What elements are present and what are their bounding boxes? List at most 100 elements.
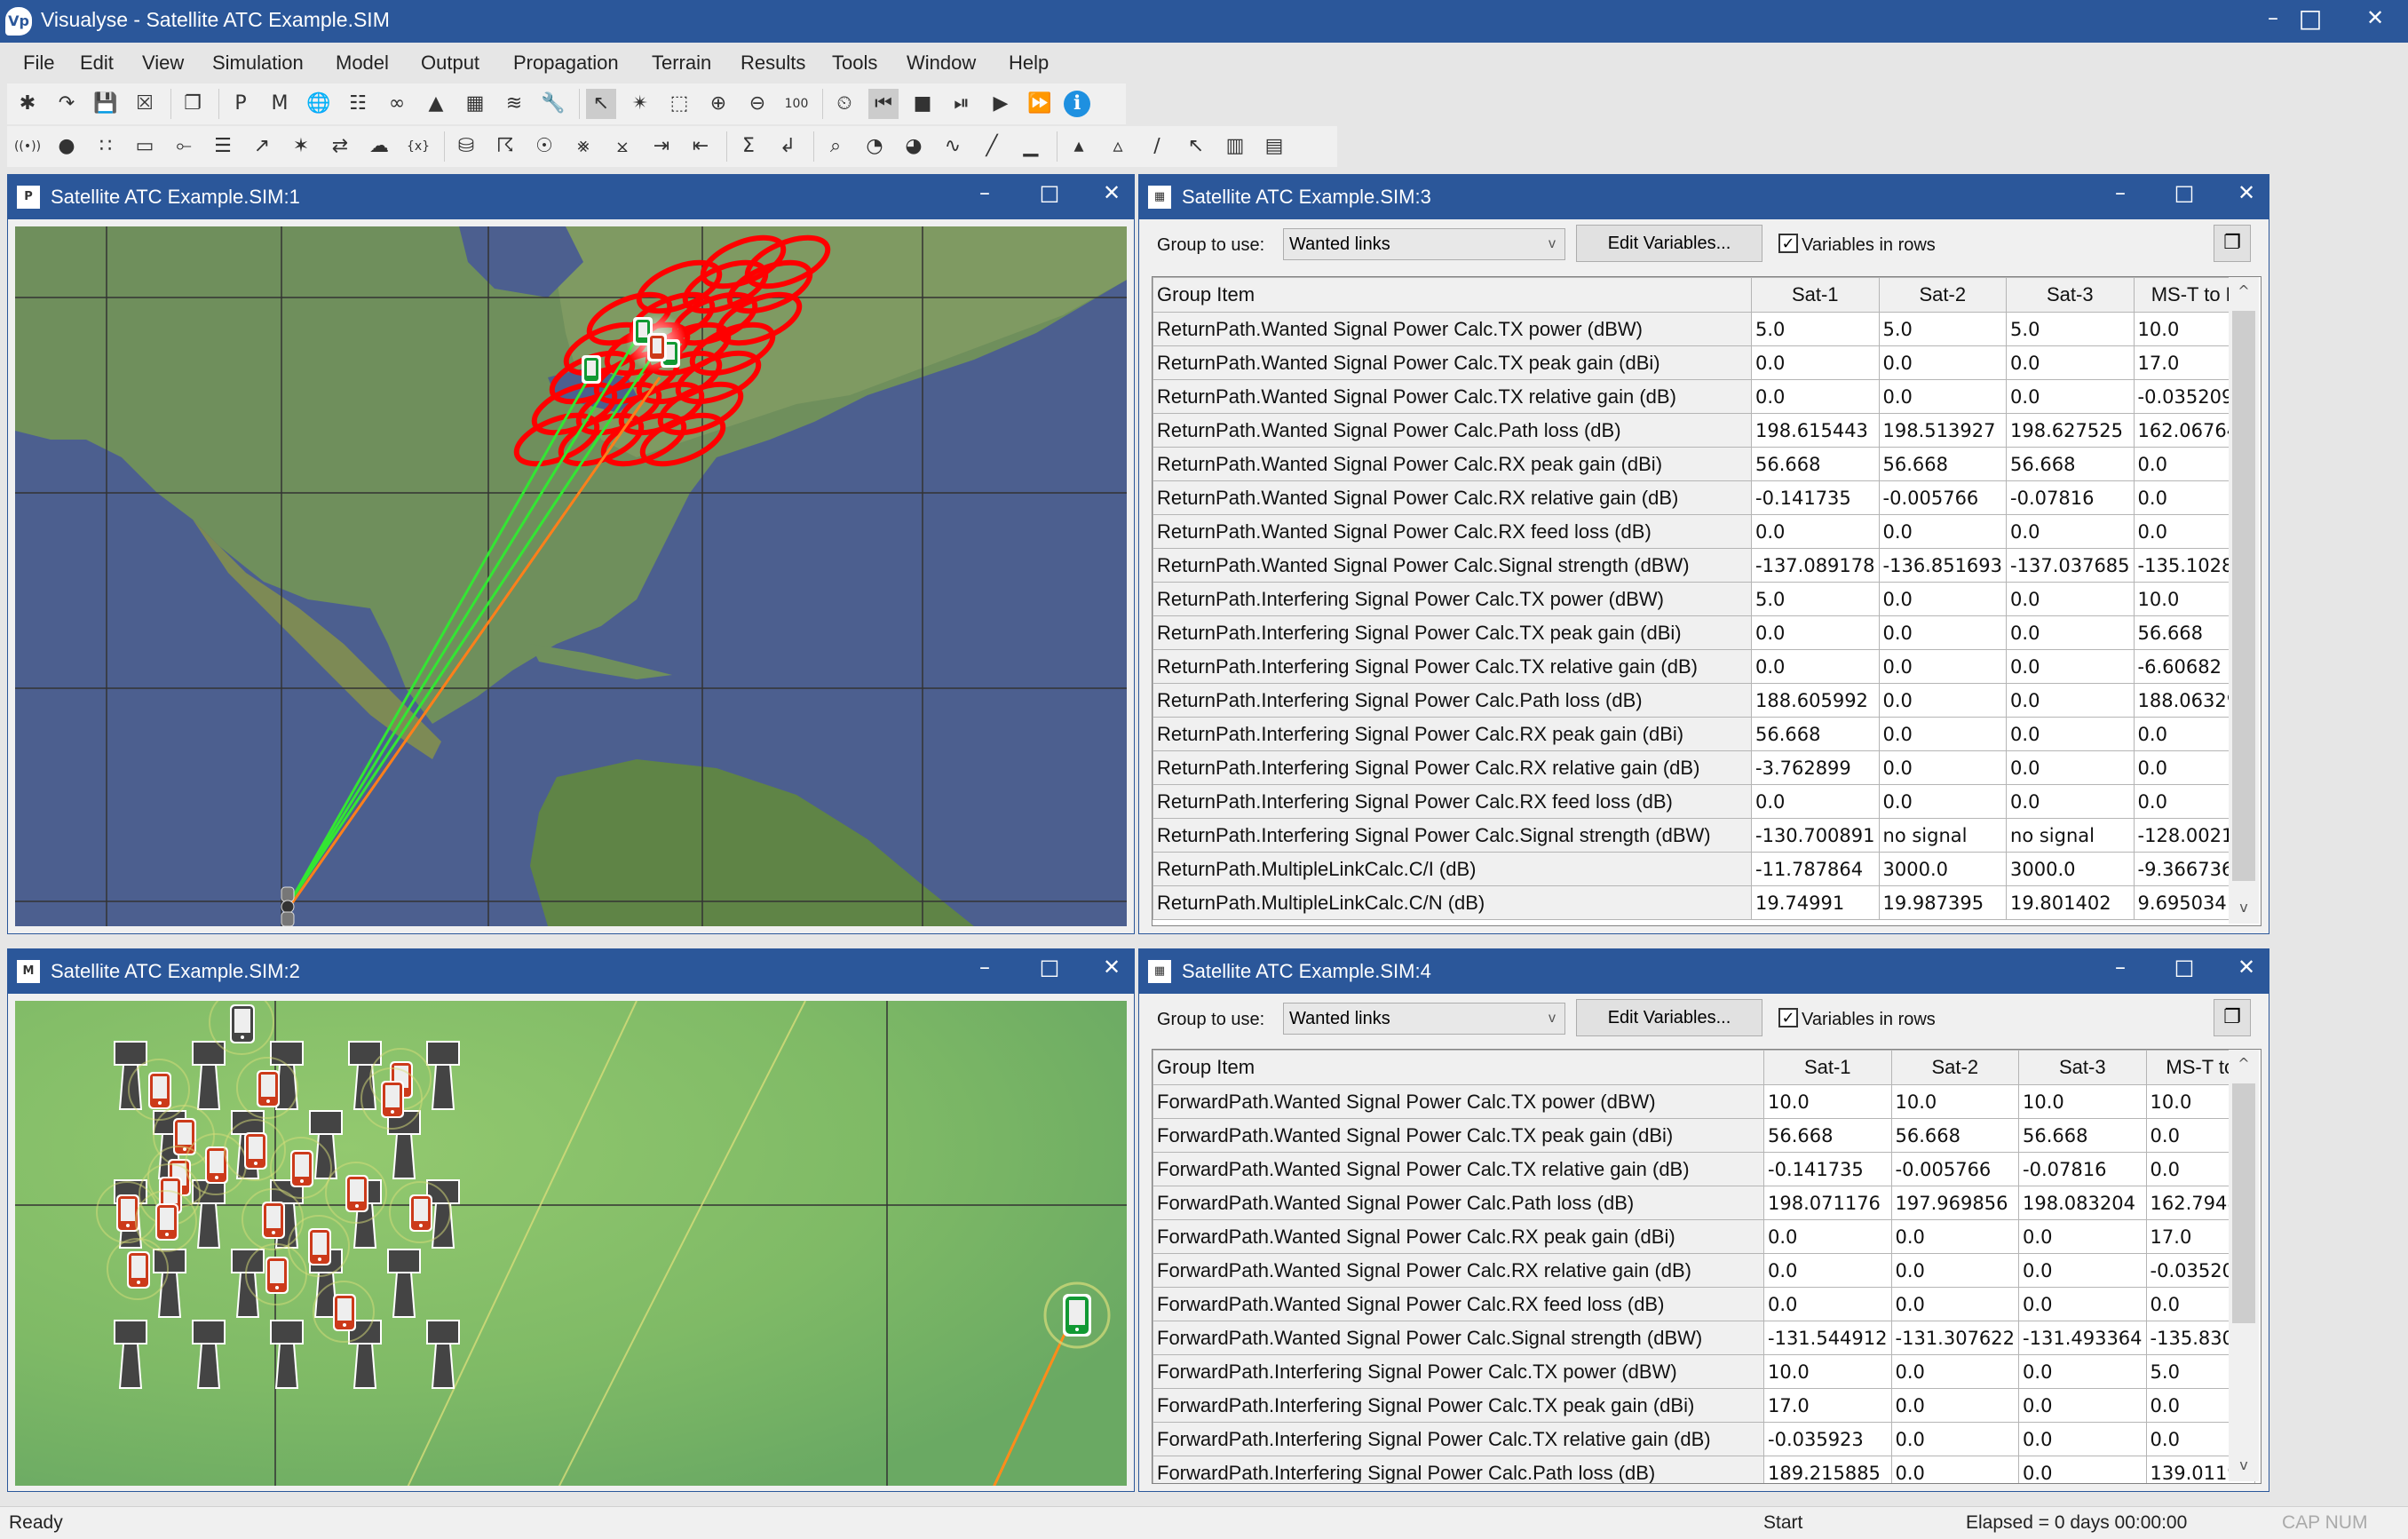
copy-icon[interactable]: ❐: [178, 89, 208, 119]
cell-value[interactable]: 0.0: [1878, 514, 2008, 549]
coverage-edit-icon[interactable]: ◔: [859, 131, 890, 162]
table-row[interactable]: ReturnPath.MultipleLinkCalc.C/N (dB) 19.7…: [1153, 885, 2257, 920]
zoom-in-icon[interactable]: ⊕: [703, 89, 733, 119]
app-maximize-button[interactable]: □: [2284, 4, 2337, 33]
new-file-icon[interactable]: ✱: [12, 89, 43, 119]
time-series-icon[interactable]: ∿: [938, 131, 968, 162]
cell-value[interactable]: 5.0: [1751, 312, 1880, 346]
window-close-button[interactable]: ✕: [2224, 180, 2269, 205]
column-header[interactable]: Sat-1: [1751, 277, 1880, 313]
column-header-group-item[interactable]: Group Item: [1153, 277, 1752, 313]
cell-value[interactable]: 0.0: [2018, 1219, 2147, 1254]
cell-value[interactable]: 0.0: [2018, 1354, 2147, 1389]
swap-icon[interactable]: ⇄: [325, 131, 355, 162]
row-label[interactable]: ForwardPath.Interfering Signal Power Cal…: [1153, 1422, 1764, 1456]
window-maximize-button[interactable]: □: [2162, 955, 2206, 980]
satellite-icon[interactable]: [281, 886, 295, 926]
interference-icon[interactable]: ↗: [247, 131, 277, 162]
cell-value[interactable]: 0.0: [1878, 345, 2008, 380]
cell-value[interactable]: 0.0: [2018, 1422, 2147, 1456]
window-minimize-button[interactable]: –: [2098, 180, 2143, 205]
cell-value[interactable]: 0.0: [1878, 615, 2008, 650]
cell-value[interactable]: -131.493364: [2018, 1321, 2147, 1355]
cell-value[interactable]: 0.0: [1878, 649, 2008, 684]
station-group-icon[interactable]: ∷: [91, 131, 121, 162]
cell-value[interactable]: 0.0: [1878, 379, 2008, 414]
carrier-icon[interactable]: ▭: [130, 131, 160, 162]
cell-value[interactable]: 0.0: [1878, 582, 2008, 616]
cell-value[interactable]: 0.0: [1763, 1253, 1892, 1288]
edit-variables-button[interactable]: Edit Variables...: [1576, 225, 1762, 262]
select-pointer-icon[interactable]: ↖: [586, 89, 616, 119]
terrain-add-icon[interactable]: ▵: [1103, 131, 1133, 162]
save-icon[interactable]: 💾: [91, 89, 121, 119]
info-icon[interactable]: ℹ: [1064, 91, 1090, 117]
menu-output[interactable]: Output: [421, 52, 479, 75]
menu-propagation[interactable]: Propagation: [513, 52, 619, 75]
group-select[interactable]: Wanted links v: [1283, 228, 1565, 260]
row-label[interactable]: ReturnPath.Interfering Signal Power Calc…: [1153, 683, 1752, 718]
stop-icon[interactable]: ■: [907, 89, 938, 119]
cell-value[interactable]: no signal: [2006, 818, 2135, 853]
cell-value[interactable]: 3000.0: [1878, 852, 2008, 886]
cell-value[interactable]: 0.0: [2018, 1287, 2147, 1321]
cell-value[interactable]: -0.005766: [1878, 480, 2008, 515]
copy-icon[interactable]: ❐: [2214, 225, 2251, 262]
row-label[interactable]: ReturnPath.Interfering Signal Power Calc…: [1153, 615, 1752, 650]
row-label[interactable]: ReturnPath.Interfering Signal Power Calc…: [1153, 649, 1752, 684]
cell-value[interactable]: 0.0: [1878, 750, 2008, 785]
link-table-icon[interactable]: ☉: [529, 131, 559, 162]
row-label[interactable]: ForwardPath.Wanted Signal Power Calc.TX …: [1153, 1084, 1764, 1119]
row-label[interactable]: ForwardPath.Interfering Signal Power Cal…: [1153, 1456, 1764, 1483]
window-close-button[interactable]: ✕: [1089, 955, 1134, 980]
mesh-out-icon[interactable]: ⇤: [685, 131, 716, 162]
row-label[interactable]: ForwardPath.Wanted Signal Power Calc.TX …: [1153, 1118, 1764, 1153]
cell-value[interactable]: -0.005766: [1890, 1152, 2020, 1186]
row-label[interactable]: ReturnPath.Wanted Signal Power Calc.TX r…: [1153, 379, 1752, 414]
cell-value[interactable]: 0.0: [1878, 683, 2008, 718]
cell-value[interactable]: 0.0: [2006, 582, 2135, 616]
window-minimize-button[interactable]: –: [962, 955, 1007, 980]
table-row[interactable]: ForwardPath.Interfering Signal Power Cal…: [1153, 1422, 2256, 1456]
variables-in-rows-checkbox[interactable]: ✓: [1778, 1008, 1798, 1027]
cell-value[interactable]: 0.0: [2006, 784, 2135, 819]
cell-value[interactable]: 19.74991: [1751, 885, 1880, 920]
row-label[interactable]: ForwardPath.Wanted Signal Power Calc.RX …: [1153, 1287, 1764, 1321]
table-row[interactable]: ForwardPath.Wanted Signal Power Calc.TX …: [1153, 1152, 2256, 1186]
mesh-in-icon[interactable]: ⇥: [646, 131, 677, 162]
cell-value[interactable]: 19.987395: [1878, 885, 2008, 920]
cell-value[interactable]: 0.0: [1751, 615, 1880, 650]
scroll-down-arrow-icon[interactable]: v: [2229, 899, 2259, 920]
row-label[interactable]: ReturnPath.Wanted Signal Power Calc.Sign…: [1153, 548, 1752, 583]
cell-value[interactable]: 188.605992: [1751, 683, 1880, 718]
plan-view-icon[interactable]: P: [226, 89, 256, 119]
cell-value[interactable]: 5.0: [1751, 582, 1880, 616]
table-row[interactable]: ReturnPath.Wanted Signal Power Calc.Path…: [1153, 413, 2257, 448]
cell-value[interactable]: 10.0: [1890, 1084, 2020, 1119]
table-row[interactable]: ReturnPath.Wanted Signal Power Calc.TX r…: [1153, 379, 2257, 414]
app-close-button[interactable]: ✕: [2349, 5, 2402, 30]
row-label[interactable]: ForwardPath.Wanted Signal Power Calc.Sig…: [1153, 1321, 1764, 1355]
table-row[interactable]: ReturnPath.Interfering Signal Power Calc…: [1153, 615, 2257, 650]
table-row[interactable]: ForwardPath.Interfering Signal Power Cal…: [1153, 1456, 2256, 1483]
histogram-icon[interactable]: ▁: [1016, 131, 1046, 162]
cell-value[interactable]: -137.037685: [2006, 548, 2135, 583]
row-label[interactable]: ReturnPath.Interfering Signal Power Calc…: [1153, 582, 1752, 616]
cell-value[interactable]: 0.0: [2018, 1456, 2147, 1483]
cell-value[interactable]: 5.0: [2006, 312, 2135, 346]
cell-value[interactable]: 0.0: [2006, 750, 2135, 785]
scrollbar-thumb[interactable]: [2232, 1083, 2255, 1323]
copy-icon[interactable]: ❐: [2214, 999, 2251, 1036]
cell-value[interactable]: -137.089178: [1751, 548, 1880, 583]
row-label[interactable]: ReturnPath.Interfering Signal Power Calc…: [1153, 717, 1752, 751]
table-row[interactable]: ForwardPath.Wanted Signal Power Calc.TX …: [1153, 1118, 2256, 1153]
cell-value[interactable]: 0.0: [1751, 345, 1880, 380]
link-icon[interactable]: ⟜: [169, 131, 199, 162]
menu-simulation[interactable]: Simulation: [212, 52, 304, 75]
cell-value[interactable]: 0.0: [1763, 1287, 1892, 1321]
cell-value[interactable]: 10.0: [1763, 1084, 1892, 1119]
world-map-canvas[interactable]: [15, 226, 1127, 926]
cell-value[interactable]: 0.0: [1890, 1422, 2020, 1456]
cell-value[interactable]: 19.801402: [2006, 885, 2135, 920]
cell-value[interactable]: 0.0: [2018, 1253, 2147, 1288]
